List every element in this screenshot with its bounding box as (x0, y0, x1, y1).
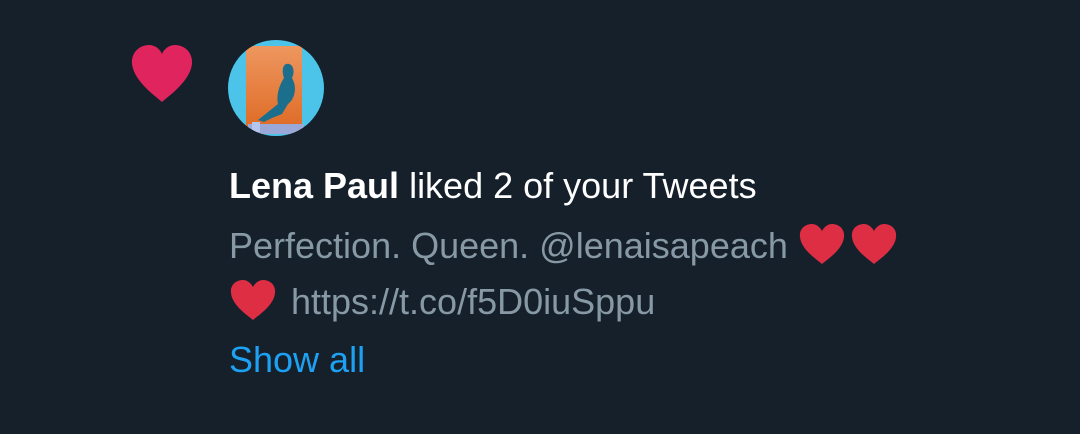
red-heart-emoji-icon (798, 223, 846, 265)
notification-headline: Lena Paul liked 2 of your Tweets (229, 162, 1059, 210)
avatar[interactable] (228, 40, 324, 136)
show-all-link[interactable]: Show all (229, 336, 365, 384)
tweet-text: Perfection. Queen. @lenaisapeach (229, 225, 798, 266)
tweet-link[interactable]: https://t.co/f5D0iuSppu (281, 281, 655, 322)
heart-icon (130, 44, 194, 104)
notification-content: Lena Paul liked 2 of your Tweets Perfect… (229, 162, 1059, 384)
user-name[interactable]: Lena Paul (229, 165, 399, 206)
red-heart-emoji-icon (229, 279, 277, 321)
like-notification[interactable]: Lena Paul liked 2 of your Tweets Perfect… (0, 0, 1080, 434)
tweet-preview[interactable]: Perfection. Queen. @lenaisapeach https:/… (229, 218, 1059, 330)
action-text: liked 2 of your Tweets (399, 165, 757, 206)
red-heart-emoji-icon (850, 223, 898, 265)
